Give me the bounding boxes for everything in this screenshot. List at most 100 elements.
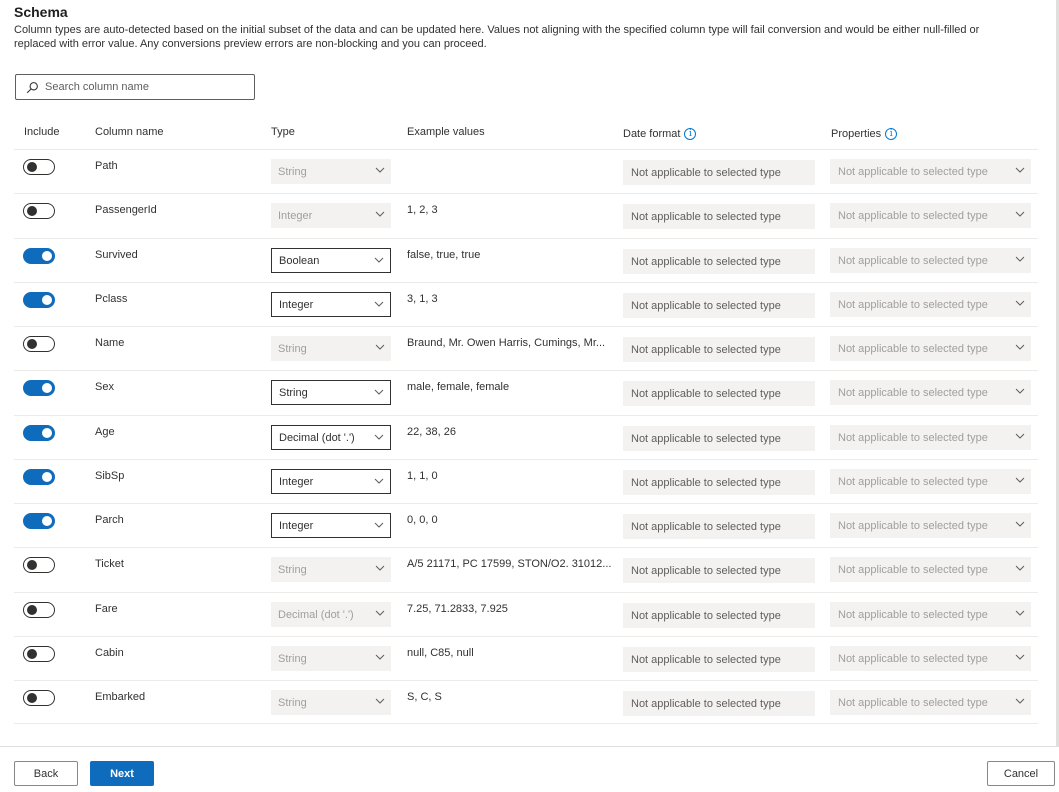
toggle-knob: [27, 339, 37, 349]
type-value: Integer: [279, 475, 314, 488]
toggle-knob: [42, 472, 52, 482]
type-dropdown[interactable]: String: [271, 380, 391, 405]
include-toggle[interactable]: [23, 336, 55, 352]
date-format-field: Not applicable to selected type: [623, 426, 815, 451]
info-icon[interactable]: i: [885, 128, 898, 140]
chevron-down-icon: [1015, 256, 1025, 262]
properties-dropdown[interactable]: Not applicable to selected type: [830, 513, 1031, 538]
info-icon[interactable]: i: [684, 128, 697, 140]
toggle-knob: [27, 649, 37, 659]
type-dropdown[interactable]: String: [271, 557, 391, 582]
include-toggle[interactable]: [23, 602, 55, 618]
table-row: Sex String male, female, female Not applica…: [14, 370, 1038, 414]
header-properties: Properties i: [831, 128, 898, 140]
properties-dropdown[interactable]: Not applicable to selected type: [830, 380, 1031, 405]
toggle-knob: [27, 693, 37, 703]
type-value: Integer: [278, 209, 313, 222]
type-dropdown[interactable]: Integer: [271, 292, 391, 317]
table-row: SibSp Integer 1, 1, 0 Not applicable to sel…: [14, 459, 1038, 503]
include-toggle[interactable]: [23, 159, 55, 175]
properties-dropdown[interactable]: Not applicable to selected type: [830, 425, 1031, 450]
properties-value: Not applicable to selected type: [838, 342, 988, 355]
toggle-knob: [42, 428, 52, 438]
date-format-field: Not applicable to selected type: [623, 558, 815, 583]
type-dropdown[interactable]: Integer: [271, 203, 391, 228]
header-type: Type: [271, 126, 295, 138]
next-button[interactable]: Next: [90, 761, 154, 786]
properties-dropdown[interactable]: Not applicable to selected type: [830, 469, 1031, 494]
chevron-down-icon: [1015, 300, 1025, 306]
column-name: SibSp: [95, 470, 125, 482]
include-toggle[interactable]: [23, 292, 55, 308]
header-column-name: Column name: [95, 126, 164, 138]
properties-dropdown[interactable]: Not applicable to selected type: [830, 292, 1031, 317]
header-example-values: Example values: [407, 126, 485, 138]
include-toggle[interactable]: [23, 690, 55, 706]
chevron-down-icon: [375, 565, 385, 571]
include-toggle[interactable]: [23, 380, 55, 396]
type-dropdown[interactable]: String: [271, 690, 391, 715]
type-dropdown[interactable]: Integer: [271, 513, 391, 538]
column-name: Age: [95, 426, 115, 438]
chevron-down-icon: [374, 478, 384, 484]
include-toggle[interactable]: [23, 203, 55, 219]
properties-dropdown[interactable]: Not applicable to selected type: [830, 646, 1031, 671]
type-dropdown[interactable]: Boolean: [271, 248, 391, 273]
chevron-down-icon: [1015, 521, 1025, 527]
date-format-field: Not applicable to selected type: [623, 470, 815, 495]
properties-dropdown[interactable]: Not applicable to selected type: [830, 336, 1031, 361]
back-button[interactable]: Back: [14, 761, 78, 786]
table-row: Path String Not applicable to selected typ…: [14, 149, 1038, 193]
chevron-down-icon: [375, 610, 385, 616]
include-toggle[interactable]: [23, 513, 55, 529]
properties-value: Not applicable to selected type: [838, 608, 988, 621]
type-value: Boolean: [279, 254, 320, 267]
properties-dropdown[interactable]: Not applicable to selected type: [830, 159, 1031, 184]
include-toggle[interactable]: [23, 646, 55, 662]
example-values: 3, 1, 3: [407, 293, 438, 305]
chevron-down-icon: [1015, 344, 1025, 350]
cancel-button[interactable]: Cancel: [987, 761, 1055, 786]
properties-dropdown[interactable]: Not applicable to selected type: [830, 203, 1031, 228]
search-input[interactable]: [45, 81, 235, 93]
properties-dropdown[interactable]: Not applicable to selected type: [830, 690, 1031, 715]
schema-panel: Schema Column types are auto-detected ba…: [0, 0, 1059, 746]
example-values: 1, 2, 3: [407, 204, 438, 216]
type-dropdown[interactable]: Decimal (dot '.'): [271, 602, 391, 627]
include-toggle[interactable]: [23, 248, 55, 264]
properties-dropdown[interactable]: Not applicable to selected type: [830, 248, 1031, 273]
column-name: Cabin: [95, 647, 124, 659]
chevron-down-icon: [1015, 565, 1025, 571]
include-toggle[interactable]: [23, 557, 55, 573]
table-row: Embarked String S, C, S Not applicable to s…: [14, 680, 1038, 724]
column-name: Survived: [95, 249, 138, 261]
include-toggle[interactable]: [23, 469, 55, 485]
chevron-down-icon: [1015, 211, 1025, 217]
properties-value: Not applicable to selected type: [838, 652, 988, 665]
table-row: PassengerId Integer 1, 2, 3 Not applicable …: [14, 193, 1038, 237]
chevron-down-icon: [375, 211, 385, 217]
include-toggle[interactable]: [23, 425, 55, 441]
header-date-format: Date format i: [623, 128, 697, 140]
type-dropdown[interactable]: String: [271, 336, 391, 361]
date-format-field: Not applicable to selected type: [623, 337, 815, 362]
properties-dropdown[interactable]: Not applicable to selected type: [830, 602, 1031, 627]
column-name: Fare: [95, 603, 118, 615]
type-dropdown[interactable]: String: [271, 646, 391, 671]
date-format-field: Not applicable to selected type: [623, 293, 815, 318]
search-box[interactable]: [15, 74, 255, 100]
type-dropdown[interactable]: Integer: [271, 469, 391, 494]
example-values: null, C85, null: [407, 647, 474, 659]
chevron-down-icon: [375, 167, 385, 173]
properties-value: Not applicable to selected type: [838, 431, 988, 444]
column-name: Ticket: [95, 558, 124, 570]
toggle-knob: [27, 605, 37, 615]
properties-dropdown[interactable]: Not applicable to selected type: [830, 557, 1031, 582]
date-format-field: Not applicable to selected type: [623, 160, 815, 185]
type-dropdown[interactable]: Decimal (dot '.'): [271, 425, 391, 450]
type-dropdown[interactable]: String: [271, 159, 391, 184]
chevron-down-icon: [374, 301, 384, 307]
toggle-knob: [42, 383, 52, 393]
properties-value: Not applicable to selected type: [838, 254, 988, 267]
date-format-field: Not applicable to selected type: [623, 647, 815, 672]
